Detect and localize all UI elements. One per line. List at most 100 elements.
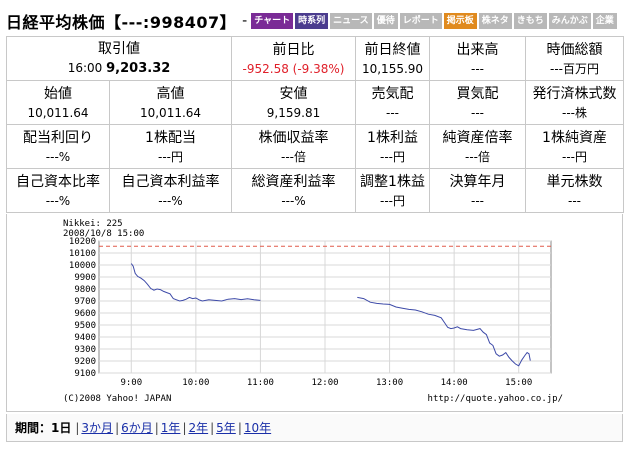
roe-value: ---% bbox=[158, 193, 183, 208]
x-tick-label: 11:00 bbox=[247, 378, 274, 388]
period-link-6m[interactable]: 6か月 bbox=[121, 419, 153, 436]
pbr-cell: 純資産倍率 ---倍 bbox=[429, 124, 527, 169]
div-per-share-cell: 1株配当 ---円 bbox=[108, 124, 233, 169]
market-cap-cell: 時価総額 ---百万円 bbox=[525, 36, 625, 81]
change-label: 前日比 bbox=[272, 41, 315, 58]
x-tick-label: 12:00 bbox=[311, 378, 338, 388]
y-tick-label: 10100 bbox=[69, 249, 96, 259]
unit-cell: 単元株数 --- bbox=[525, 168, 625, 213]
per-value: ---倍 bbox=[281, 149, 307, 164]
high-cell: 高値 10,011.64 bbox=[108, 80, 233, 125]
tab-board[interactable]: 掲示板 bbox=[443, 13, 477, 29]
div-yield-value: ---% bbox=[45, 149, 71, 164]
period-link-5y[interactable]: 5年 bbox=[216, 419, 236, 436]
y-tick-label: 10200 bbox=[69, 237, 96, 247]
bid-label: 買気配 bbox=[456, 85, 499, 102]
unit-value: --- bbox=[568, 193, 582, 208]
tab-minkabu[interactable]: みんかぶ bbox=[548, 13, 591, 29]
low-label: 安値 bbox=[279, 85, 308, 102]
high-label: 高値 bbox=[156, 85, 185, 102]
header-bar: 日経平均株価【---:998407】 - チャート 時系列 ニュース 優待 レポ… bbox=[6, 6, 623, 36]
market-cap-label: 時価総額 bbox=[546, 41, 603, 58]
x-tick-label: 9:00 bbox=[120, 378, 142, 388]
last-price-label: 取引値 bbox=[98, 41, 140, 57]
open-value: 10,011.64 bbox=[27, 105, 89, 120]
volume-cell: 出来高 --- bbox=[429, 36, 527, 81]
tab-news[interactable]: ニュース bbox=[330, 13, 372, 29]
tab-company[interactable]: 企業 bbox=[592, 13, 617, 29]
tab-benefits[interactable]: 優待 bbox=[373, 13, 398, 29]
y-tick-label: 9300 bbox=[74, 345, 96, 355]
chart-title: Nikkei: 225 bbox=[63, 219, 123, 229]
ask-cell: 売気配 --- bbox=[355, 80, 431, 125]
roe-cell: 自己資本利益率 ---% bbox=[108, 168, 233, 213]
eps-value: ---円 bbox=[380, 149, 406, 164]
change-value: -952.58 (-9.38%) bbox=[242, 61, 345, 76]
tab-report[interactable]: レポート bbox=[399, 13, 442, 29]
period-link-10y[interactable]: 10年 bbox=[244, 419, 271, 436]
fiscal-label: 決算年月 bbox=[449, 173, 506, 190]
div-per-share-label: 1株配当 bbox=[145, 129, 196, 146]
adj-eps-cell: 調整1株益 ---円 bbox=[355, 168, 431, 213]
ask-value: --- bbox=[386, 105, 400, 120]
last-price-time: 16:00 bbox=[67, 61, 103, 75]
unit-label: 単元株数 bbox=[546, 173, 603, 190]
ask-label: 売気配 bbox=[371, 85, 414, 102]
chart-copyright: (C)2008 Yahoo! JAPAN bbox=[63, 394, 171, 404]
roa-label: 総資産利益率 bbox=[251, 173, 336, 190]
period-link-3m[interactable]: 3か月 bbox=[81, 419, 113, 436]
x-tick-label: 10:00 bbox=[182, 378, 209, 388]
bps-label: 1株純資産 bbox=[542, 129, 607, 146]
volume-label: 出来高 bbox=[456, 41, 499, 58]
bid-value: --- bbox=[471, 105, 485, 120]
period-selector: 期間： 1日 | 3か月 | 6か月 | 1年 | 2年 | 5年 | 10年 bbox=[6, 414, 623, 442]
y-tick-label: 9800 bbox=[74, 285, 96, 295]
prev-close-value: 10,155.90 bbox=[361, 61, 424, 76]
volume-value: --- bbox=[471, 61, 485, 76]
low-value: 9,159.81 bbox=[266, 105, 321, 120]
last-price-value: 9,203.32 bbox=[106, 61, 171, 76]
quote-row-3: 配当利回り ---% 1株配当 ---円 株価収益率 ---倍 1株利益 ---… bbox=[6, 124, 625, 169]
bps-value: ---円 bbox=[562, 149, 588, 164]
market-cap-value: ---百万円 bbox=[550, 61, 600, 76]
y-tick-label: 9900 bbox=[74, 273, 96, 283]
y-tick-label: 9200 bbox=[74, 357, 96, 367]
x-tick-label: 14:00 bbox=[441, 378, 468, 388]
div-yield-label: 配当利回り bbox=[23, 129, 93, 146]
fiscal-cell: 決算年月 --- bbox=[429, 168, 527, 213]
tab-sentiment[interactable]: きもち bbox=[513, 13, 547, 29]
quote-table: 取引値 16:00 9,203.32 前日比 -952.58 (-9.38%) … bbox=[5, 36, 625, 213]
last-price-cell: 取引値 16:00 9,203.32 bbox=[5, 36, 233, 81]
equity-ratio-cell: 自己資本比率 ---% bbox=[6, 168, 110, 213]
tab-stock-tips[interactable]: 株ネタ bbox=[478, 13, 512, 29]
tab-list: チャート 時系列 ニュース 優待 レポート 掲示板 株ネタ きもち みんかぶ 企… bbox=[251, 13, 617, 29]
tab-chart[interactable]: チャート bbox=[251, 13, 294, 29]
period-current: 1日 bbox=[51, 421, 72, 435]
eps-cell: 1株利益 ---円 bbox=[355, 124, 431, 169]
adj-eps-label: 調整1株益 bbox=[360, 173, 425, 190]
per-cell: 株価収益率 ---倍 bbox=[231, 124, 357, 169]
fiscal-value: --- bbox=[471, 193, 485, 208]
y-axis-ticks: 9100 9200 9300 9400 9500 9600 9700 9800 9900 1000… bbox=[69, 237, 96, 379]
prev-close-label: 前日終値 bbox=[364, 41, 421, 58]
y-tick-label: 9600 bbox=[74, 309, 96, 319]
roa-cell: 総資産利益率 ---% bbox=[231, 168, 357, 213]
intraday-chart: Nikkei: 225 2008/10/8 15:00 910092009300… bbox=[63, 219, 563, 404]
low-cell: 安値 9,159.81 bbox=[231, 80, 357, 125]
adj-eps-value: ---円 bbox=[380, 193, 406, 208]
shares-label: 発行済株式数 bbox=[532, 85, 617, 102]
period-link-2y[interactable]: 2年 bbox=[188, 419, 208, 436]
period-label: 期間： bbox=[15, 421, 52, 435]
quote-row-1: 取引値 16:00 9,203.32 前日比 -952.58 (-9.38%) … bbox=[5, 36, 625, 81]
equity-ratio-label: 自己資本比率 bbox=[16, 173, 100, 190]
y-tick-label: 9500 bbox=[74, 321, 96, 331]
title-separator: - bbox=[242, 13, 248, 29]
change-cell: 前日比 -952.58 (-9.38%) bbox=[231, 36, 357, 81]
div-yield-cell: 配当利回り ---% bbox=[6, 124, 110, 169]
eps-label: 1株利益 bbox=[367, 129, 418, 146]
roa-value: ---% bbox=[281, 193, 306, 208]
div-per-share-value: ---円 bbox=[158, 149, 183, 164]
high-value: 10,011.64 bbox=[139, 105, 202, 120]
tab-timeseries[interactable]: 時系列 bbox=[295, 13, 329, 29]
period-link-1y[interactable]: 1年 bbox=[161, 419, 181, 436]
